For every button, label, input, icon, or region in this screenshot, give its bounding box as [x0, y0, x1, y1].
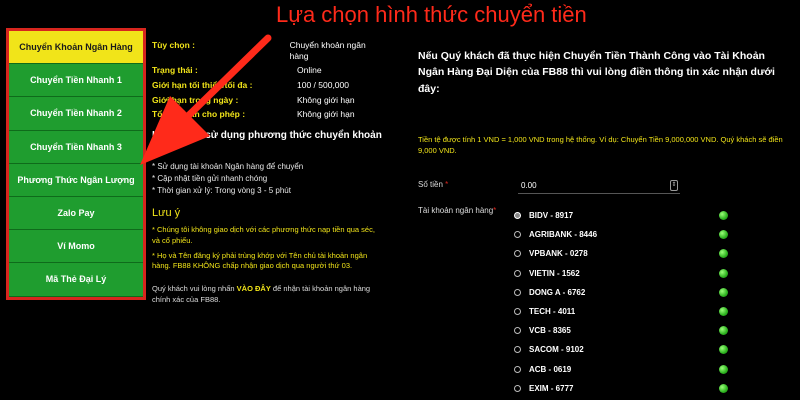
annotation-arrow-icon: [140, 34, 272, 165]
